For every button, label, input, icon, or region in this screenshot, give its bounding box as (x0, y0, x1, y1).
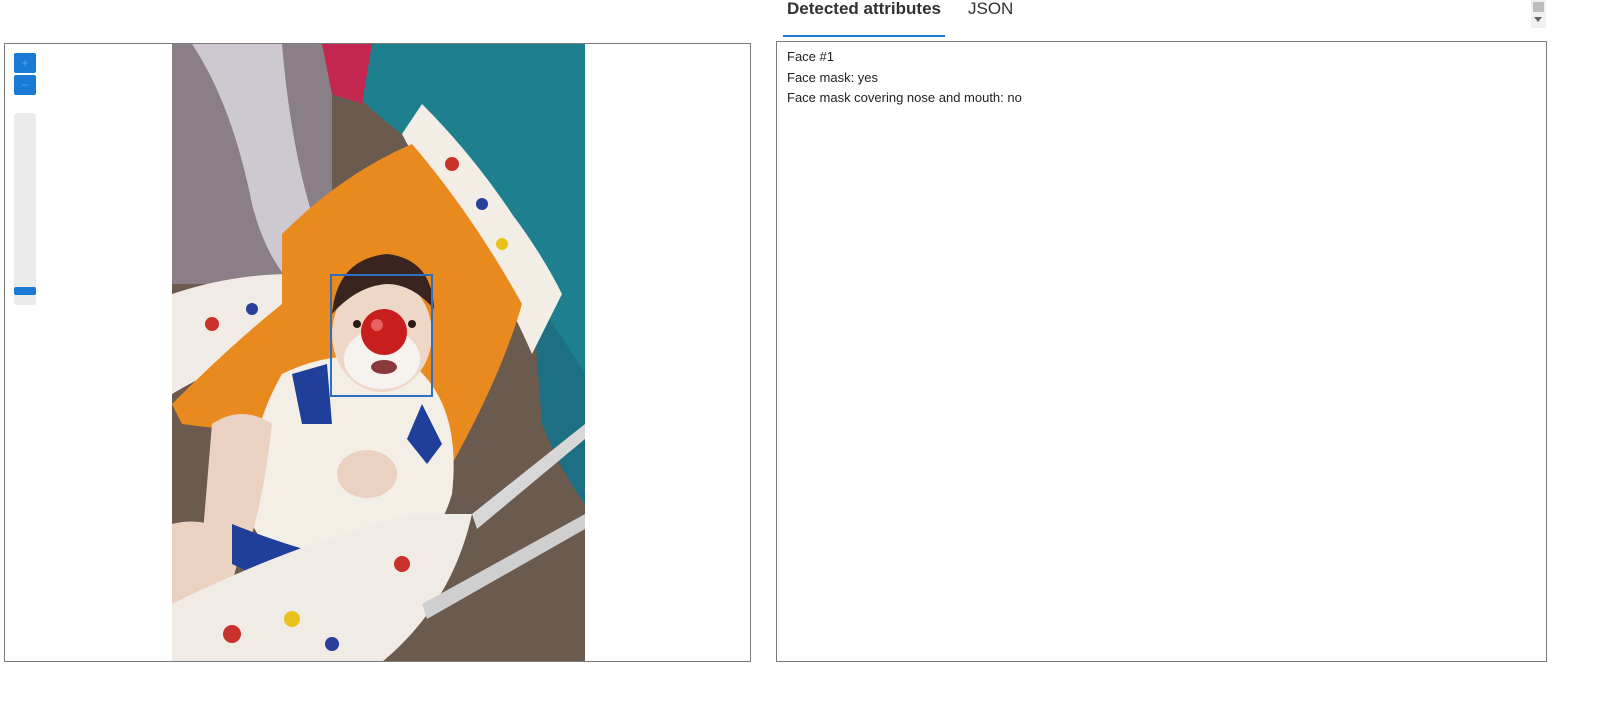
detected-attributes-panel: Face #1 Face mask: yes Face mask coverin… (776, 41, 1547, 662)
face-mask-attribute: Face mask: yes (787, 69, 879, 85)
image-viewer: + − (4, 43, 751, 662)
scroll-down-arrow-icon[interactable] (1534, 17, 1542, 22)
plus-icon: + (21, 56, 29, 70)
zoom-slider-thumb[interactable] (14, 287, 36, 295)
zoom-slider-track[interactable] (14, 113, 36, 305)
face-mask-coverage-attribute: Face mask covering nose and mouth: no (787, 90, 1022, 105)
scrollbar-thumb[interactable] (1533, 2, 1544, 12)
zoom-in-button[interactable]: + (14, 53, 36, 73)
mini-scrollbar[interactable] (1531, 0, 1546, 28)
tab-json[interactable]: JSON (968, 0, 1013, 30)
zoom-controls: + − (14, 53, 36, 305)
zoom-out-button[interactable]: − (14, 75, 36, 95)
minus-icon: − (21, 78, 29, 92)
tab-detected-attributes[interactable]: Detected attributes (783, 0, 945, 37)
face-label: Face #1 (787, 49, 834, 64)
analyzed-photo (172, 44, 585, 661)
face-bounding-box (330, 274, 433, 397)
result-tabs: Detected attributes JSON (783, 0, 1040, 37)
